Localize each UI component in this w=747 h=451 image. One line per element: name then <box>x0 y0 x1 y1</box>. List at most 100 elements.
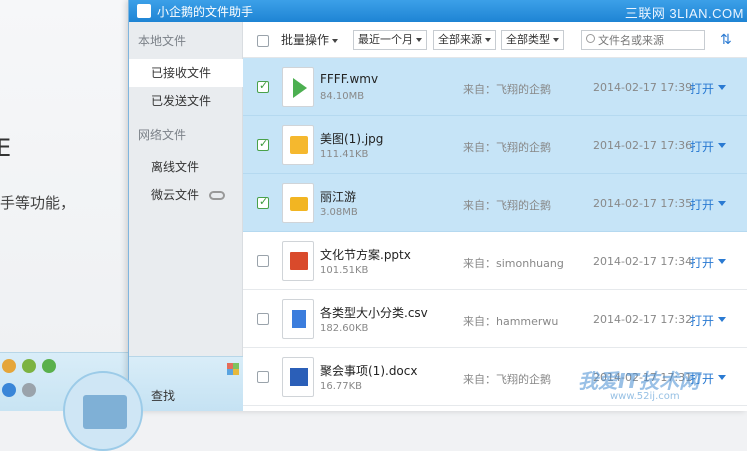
file-row[interactable]: FFFF.wmv 84.10MB 来自：飞翔的企鹅 2014-02-17 17:… <box>243 58 747 116</box>
search-link[interactable]: 查找 <box>151 387 175 404</box>
file-type-glyph <box>293 78 307 98</box>
type-filter-label: 全部类型 <box>506 33 550 46</box>
background-heading: E <box>0 134 12 162</box>
type-filter-select[interactable]: 全部类型 <box>501 30 564 50</box>
file-date: 2014-02-17 17:34 <box>593 255 693 268</box>
file-type-glyph <box>290 368 308 386</box>
open-button[interactable]: 打开 <box>690 138 714 155</box>
time-filter-label: 最近一个月 <box>358 33 413 46</box>
sidebar-item-weiyun[interactable]: 微云文件 <box>129 181 243 209</box>
file-row[interactable]: 各类型大小分类.csv 182.60KB 来自：hammerwu 2014-02… <box>243 290 747 348</box>
row-checkbox[interactable] <box>257 195 269 209</box>
sidebar-item-label: 离线文件 <box>151 160 200 174</box>
file-type-glyph <box>290 136 308 154</box>
cloud-icon <box>208 191 225 200</box>
chevron-down-icon <box>553 38 559 42</box>
file-type-glyph <box>290 197 308 211</box>
chevron-down-icon <box>332 38 339 43</box>
select-all-checkbox[interactable] <box>257 35 269 47</box>
sidebar-bottom-bar: 查找 <box>63 356 243 451</box>
search-icon <box>586 34 595 43</box>
chevron-down-icon <box>485 38 491 42</box>
file-date: 2014-02-17 17:39 <box>593 81 693 94</box>
watermark-bottom-sub: www.52ij.com <box>610 391 680 402</box>
file-date: 2014-02-17 17:32 <box>593 313 693 326</box>
file-type-glyph <box>292 310 306 328</box>
sidebar-item-offline[interactable]: 离线文件 <box>129 153 243 181</box>
chevron-down-icon[interactable] <box>718 143 726 148</box>
window-title: 小企鹅的文件助手 <box>157 5 254 19</box>
watermark-top: 三联网 3LIAN.COM <box>624 6 744 21</box>
chevron-down-icon[interactable] <box>718 259 726 264</box>
open-button[interactable]: 打开 <box>690 312 714 329</box>
search-input[interactable] <box>598 32 702 48</box>
sidebar-group-network: 网络文件 <box>138 128 187 142</box>
file-row[interactable]: 丽江游 3.08MB 来自：飞翔的企鹅 2014-02-17 17:35 打开 <box>243 174 747 232</box>
open-button[interactable]: 打开 <box>690 254 714 271</box>
chevron-down-icon[interactable] <box>718 201 726 206</box>
file-name: 聚会事项(1).docx <box>320 364 418 378</box>
sidebar-item-received[interactable]: 已接收文件 <box>129 59 243 87</box>
file-date: 2014-02-17 17:35 <box>593 197 693 210</box>
file-source: 来自：飞翔的企鹅 <box>463 373 551 386</box>
file-date: 2014-02-17 17:36 <box>593 139 693 152</box>
row-checkbox[interactable] <box>257 255 269 267</box>
source-filter-label: 全部来源 <box>438 33 482 46</box>
folder-icon[interactable] <box>63 371 143 451</box>
file-name: 文化节方案.pptx <box>320 248 411 262</box>
file-size: 3.08MB <box>320 207 358 218</box>
image-file-icon <box>282 125 314 165</box>
file-size: 101.51KB <box>320 265 369 276</box>
chevron-down-icon <box>416 38 422 42</box>
row-checkbox[interactable] <box>257 137 269 151</box>
sidebar-item-label: 已发送文件 <box>151 94 212 108</box>
background-app-panel: E 手等功能， <box>0 0 135 411</box>
sidebar-group-local: 本地文件 <box>138 34 187 48</box>
title-bar: 小企鹅的文件助手 三联网 3LIAN.COM <box>129 0 747 22</box>
docx-file-icon <box>282 357 314 397</box>
pptx-file-icon <box>282 241 314 281</box>
app-icon[interactable] <box>22 359 36 373</box>
toolbar: 批量操作 最近一个月 全部来源 全部类型 ⇅ <box>243 22 747 58</box>
user-icon[interactable] <box>2 383 16 397</box>
file-row[interactable]: 文化节方案.pptx 101.51KB 来自：simonhuang 2014-0… <box>243 232 747 290</box>
chevron-down-icon[interactable] <box>718 375 726 380</box>
chevron-down-icon[interactable] <box>718 85 726 90</box>
folder-icon <box>282 183 314 223</box>
row-checkbox[interactable] <box>257 79 269 93</box>
file-name: 美图(1).jpg <box>320 132 384 146</box>
gear-icon[interactable] <box>22 383 36 397</box>
file-source: 来自：hammerwu <box>463 315 559 328</box>
file-source: 来自：simonhuang <box>463 257 564 270</box>
file-name: 丽江游 <box>320 190 357 204</box>
search-box <box>581 30 705 50</box>
source-filter-select[interactable]: 全部来源 <box>433 30 496 50</box>
open-button[interactable]: 打开 <box>690 196 714 213</box>
play-icon[interactable] <box>42 359 56 373</box>
open-button[interactable]: 打开 <box>690 80 714 97</box>
file-size: 84.10MB <box>320 91 365 102</box>
time-filter-select[interactable]: 最近一个月 <box>353 30 427 50</box>
file-name: FFFF.wmv <box>320 72 379 86</box>
csv-file-icon <box>282 299 314 339</box>
watermark-bottom: 我爱IT技术网 <box>578 369 700 393</box>
file-source: 来自：飞翔的企鹅 <box>463 141 551 154</box>
row-checkbox[interactable] <box>257 371 269 383</box>
file-source: 来自：飞翔的企鹅 <box>463 83 551 96</box>
sidebar-item-label: 微云文件 <box>151 188 200 202</box>
apps-grid-icon[interactable] <box>227 363 239 375</box>
file-list: FFFF.wmv 84.10MB 来自：飞翔的企鹅 2014-02-17 17:… <box>243 58 747 406</box>
row-checkbox[interactable] <box>257 313 269 325</box>
file-type-glyph <box>290 252 308 270</box>
batch-operation-label: 批量操作 <box>281 33 330 47</box>
file-name: 各类型大小分类.csv <box>320 306 428 320</box>
batch-operation-button[interactable]: 批量操作 <box>277 31 342 51</box>
file-row[interactable]: 美图(1).jpg 111.41KB 来自：飞翔的企鹅 2014-02-17 1… <box>243 116 747 174</box>
sort-icon[interactable]: ⇅ <box>720 32 732 48</box>
app-icon[interactable] <box>2 359 16 373</box>
app-logo-icon <box>137 4 151 18</box>
chevron-down-icon[interactable] <box>718 317 726 322</box>
sidebar-item-label: 已接收文件 <box>151 66 212 80</box>
sidebar-item-sent[interactable]: 已发送文件 <box>129 87 243 115</box>
file-assistant-window: 小企鹅的文件助手 三联网 3LIAN.COM 本地文件 已接收文件 已发送文件 … <box>63 0 747 451</box>
